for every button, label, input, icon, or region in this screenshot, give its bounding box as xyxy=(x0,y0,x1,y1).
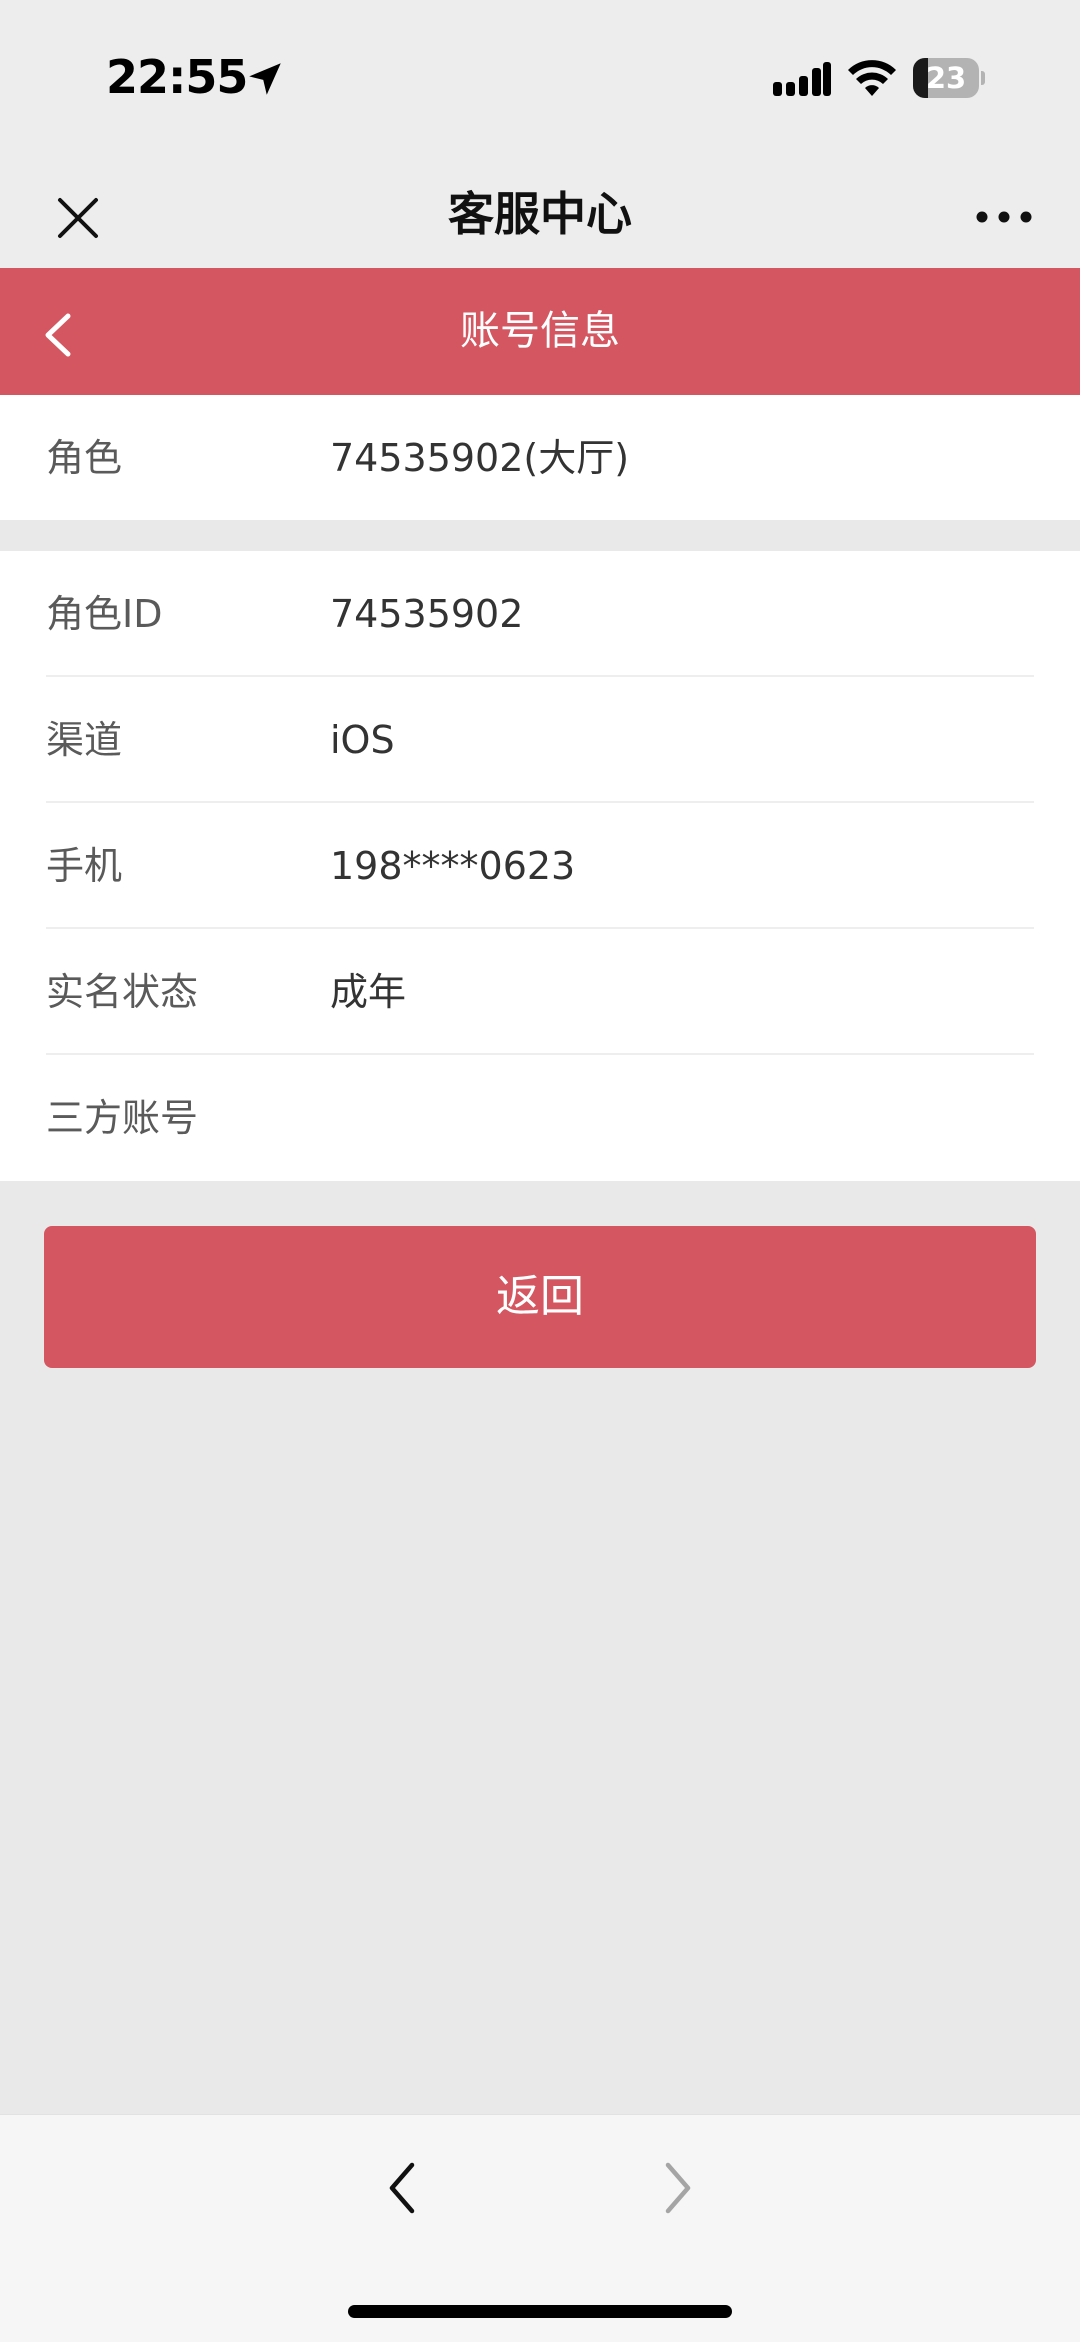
role-value: 74535902(大厅) xyxy=(330,436,630,480)
battery-icon: 23 xyxy=(913,58,985,100)
home-indicator xyxy=(348,2305,732,2318)
wifi-icon xyxy=(848,60,896,96)
role-row: 角色 74535902(大厅) xyxy=(0,395,1080,521)
detail-label: 角色ID xyxy=(46,592,163,636)
role-card: 角色 74535902(大厅) xyxy=(0,395,1080,520)
detail-value: 74535902 xyxy=(330,592,524,636)
detail-row-role-id: 角色ID 74535902 xyxy=(0,551,1080,677)
signal-icon xyxy=(773,62,831,96)
detail-value: 198****0623 xyxy=(330,844,576,888)
detail-label: 实名状态 xyxy=(46,970,199,1014)
detail-label: 三方账号 xyxy=(46,1096,199,1140)
more-icon[interactable] xyxy=(974,202,1034,232)
detail-label: 手机 xyxy=(46,844,123,888)
nav-title: 客服中心 xyxy=(448,187,632,241)
status-bar: 22:55 23 xyxy=(0,0,1080,160)
detail-label: 渠道 xyxy=(46,718,123,762)
page-title: 账号信息 xyxy=(460,308,620,354)
chevron-left-icon[interactable] xyxy=(380,2155,424,2221)
detail-row-phone: 手机 198****0623 xyxy=(0,803,1080,929)
detail-value: iOS xyxy=(330,718,395,762)
detail-row-channel: 渠道 iOS xyxy=(0,677,1080,803)
return-button[interactable]: 返回 xyxy=(44,1226,1036,1368)
role-label: 角色 xyxy=(46,436,123,480)
back-chevron-icon[interactable] xyxy=(36,310,80,360)
bottom-bar xyxy=(0,2114,1080,2342)
close-icon[interactable] xyxy=(50,190,106,246)
detail-value: 成年 xyxy=(330,970,407,1014)
nav-bar: 客服中心 xyxy=(0,160,1080,268)
chevron-right-icon[interactable] xyxy=(656,2155,700,2221)
detail-row-verification: 实名状态 成年 xyxy=(0,929,1080,1055)
detail-row-third-party: 三方账号 xyxy=(0,1055,1080,1181)
status-time: 22:55 xyxy=(106,50,248,104)
location-arrow-icon xyxy=(249,63,281,95)
page-header: 账号信息 xyxy=(0,268,1080,395)
battery-percent: 23 xyxy=(925,61,967,95)
account-details: 角色ID 74535902 渠道 iOS 手机 198****0623 实名状态… xyxy=(0,551,1080,1181)
